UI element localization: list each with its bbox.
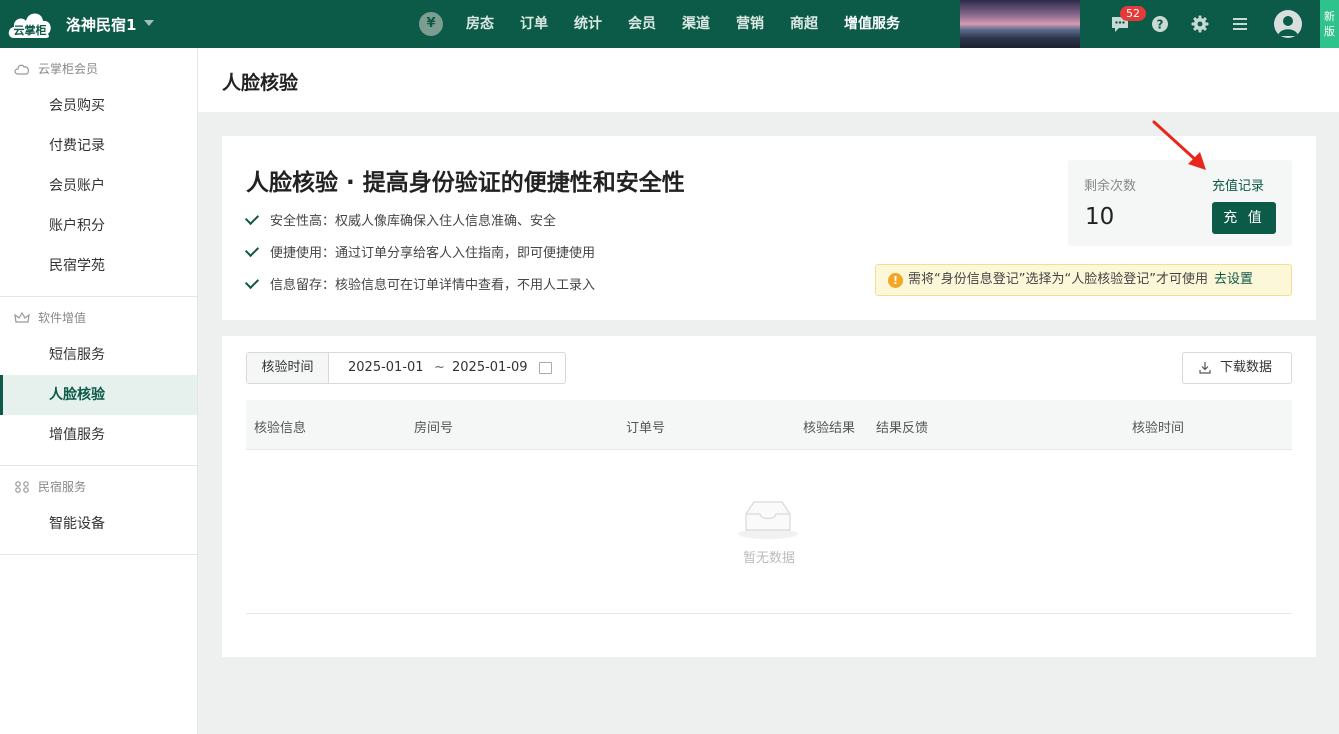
empty-state: 暂无数据 xyxy=(246,450,1292,614)
menu-icon[interactable] xyxy=(1230,14,1250,34)
table-header: 核验信息 房间号 订单号 核验结果 结果反馈 核验时间 xyxy=(246,400,1292,450)
check-icon xyxy=(244,210,260,226)
column-header: 房间号 xyxy=(414,421,454,436)
feature-item: 便捷使用：通过订单分享给客人入住指南，即可便捷使用 xyxy=(244,242,595,261)
nav-value-added[interactable]: 增值服务 xyxy=(844,0,900,48)
nav-store[interactable]: 商超 xyxy=(790,0,818,48)
sidebar-item-value-added[interactable]: 增值服务 xyxy=(0,415,197,455)
calendar-icon[interactable] xyxy=(539,362,552,374)
go-settings-link[interactable]: 去设置 xyxy=(1214,272,1253,287)
remaining-count: 10 xyxy=(1085,204,1115,230)
nav-orders[interactable]: 订单 xyxy=(520,0,548,48)
new-version-tag[interactable]: 新版 xyxy=(1320,0,1339,48)
notice-text: 需将“身份信息登记”选择为“人脸核验登记”才可使用 xyxy=(908,272,1208,287)
page-title: 人脸核验 xyxy=(222,72,299,94)
intro-headline: 人脸核验 · 提高身份验证的便捷性和安全性 xyxy=(246,170,685,196)
feature-item: 信息留存：核验信息可在订单详情中查看，不用人工录入 xyxy=(244,274,595,293)
sidebar-group-software-addons: 软件增值 短信服务 人脸核验 增值服务 xyxy=(0,297,197,466)
sidebar-group-membership: 云掌柜会员 会员购买 付费记录 会员账户 账户积分 民宿学苑 xyxy=(0,48,197,297)
svg-text:?: ? xyxy=(1157,18,1164,32)
sidebar-group-title: 云掌柜会员 xyxy=(0,52,197,86)
column-header: 核验信息 xyxy=(254,421,307,436)
date-range-picker[interactable]: 核验时间 2025-01-01 ~ 2025-01-09 xyxy=(246,352,566,384)
column-header: 核验时间 xyxy=(1132,421,1185,436)
sidebar-item-sms-service[interactable]: 短信服务 xyxy=(0,335,197,375)
promo-banner-image[interactable] xyxy=(960,0,1080,48)
top-navigation-bar: 云掌柜 洛神民宿1 ¥ 房态 订单 统计 会员 渠道 营销 商超 增值服务 52… xyxy=(0,0,1339,48)
hotel-selector[interactable]: 洛神民宿1 xyxy=(66,14,136,35)
nav-room-status[interactable]: 房态 xyxy=(466,0,494,48)
remaining-label: 剩余次数 xyxy=(1084,179,1137,194)
gear-icon[interactable] xyxy=(1190,14,1210,34)
empty-text: 暂无数据 xyxy=(742,551,795,566)
download-icon xyxy=(1199,362,1211,374)
help-icon[interactable]: ? xyxy=(1150,14,1170,34)
sidebar-item-member-account[interactable]: 会员账户 xyxy=(0,166,197,206)
sidebar-group-homestay-services: 民宿服务 智能设备 xyxy=(0,466,197,555)
main-nav: 房态 订单 统计 会员 渠道 营销 商超 增值服务 xyxy=(466,0,926,48)
message-count-badge: 52 xyxy=(1120,6,1146,21)
sidebar-item-smart-devices[interactable]: 智能设备 xyxy=(0,504,197,544)
column-header: 核验结果 xyxy=(803,421,856,436)
date-filter-label: 核验时间 xyxy=(247,353,329,383)
recharge-record-link[interactable]: 充值记录 xyxy=(1212,175,1264,194)
red-arrow-annotation xyxy=(1152,120,1206,170)
nav-members[interactable]: 会员 xyxy=(628,0,656,48)
user-icon xyxy=(1278,16,1298,36)
sidebar-group-title: 软件增值 xyxy=(0,301,197,335)
nav-statistics[interactable]: 统计 xyxy=(574,0,602,48)
user-avatar[interactable] xyxy=(1274,10,1302,38)
check-icon xyxy=(244,242,260,258)
empty-inbox-icon xyxy=(738,501,798,539)
cloud-icon xyxy=(14,64,30,75)
notice-banner: ! 需将“身份信息登记”选择为“人脸核验登记”才可使用 去设置 xyxy=(875,264,1292,296)
sidebar-item-face-verification[interactable]: 人脸核验 xyxy=(0,375,197,415)
date-end[interactable]: 2025-01-09 xyxy=(452,360,528,375)
chevron-down-icon[interactable] xyxy=(144,20,154,26)
feature-item: 安全性高：权威人像库确保入住人信息准确、安全 xyxy=(244,210,556,229)
page-header: 人脸核验 xyxy=(198,48,1339,112)
check-icon xyxy=(244,274,260,290)
column-header: 结果反馈 xyxy=(876,421,929,436)
recharge-button[interactable]: 充 值 xyxy=(1212,202,1276,234)
sidebar-group-title: 民宿服务 xyxy=(0,470,197,504)
sidebar-item-academy[interactable]: 民宿学苑 xyxy=(0,246,197,286)
app-logo[interactable]: 云掌柜 xyxy=(6,6,54,40)
logo-text: 云掌柜 xyxy=(13,24,47,37)
sidebar-item-buy-membership[interactable]: 会员购买 xyxy=(0,86,197,126)
sidebar-item-payment-records[interactable]: 付费记录 xyxy=(0,126,197,166)
warning-icon: ! xyxy=(888,273,903,288)
sidebar-item-account-points[interactable]: 账户积分 xyxy=(0,206,197,246)
date-start[interactable]: 2025-01-01 xyxy=(348,360,424,375)
nav-channels[interactable]: 渠道 xyxy=(682,0,710,48)
column-header: 订单号 xyxy=(626,421,666,436)
nav-marketing[interactable]: 营销 xyxy=(736,0,764,48)
yen-icon[interactable]: ¥ xyxy=(419,12,443,36)
crown-icon xyxy=(14,312,30,323)
grid-icon xyxy=(15,481,29,493)
records-card: 核验时间 2025-01-01 ~ 2025-01-09 下载数据 核验信息 房… xyxy=(222,336,1316,657)
sidebar: 云掌柜会员 会员购买 付费记录 会员账户 账户积分 民宿学苑 软件增值 短信服务… xyxy=(0,48,198,734)
date-separator: ~ xyxy=(434,360,445,375)
download-data-button[interactable]: 下载数据 xyxy=(1182,352,1292,384)
